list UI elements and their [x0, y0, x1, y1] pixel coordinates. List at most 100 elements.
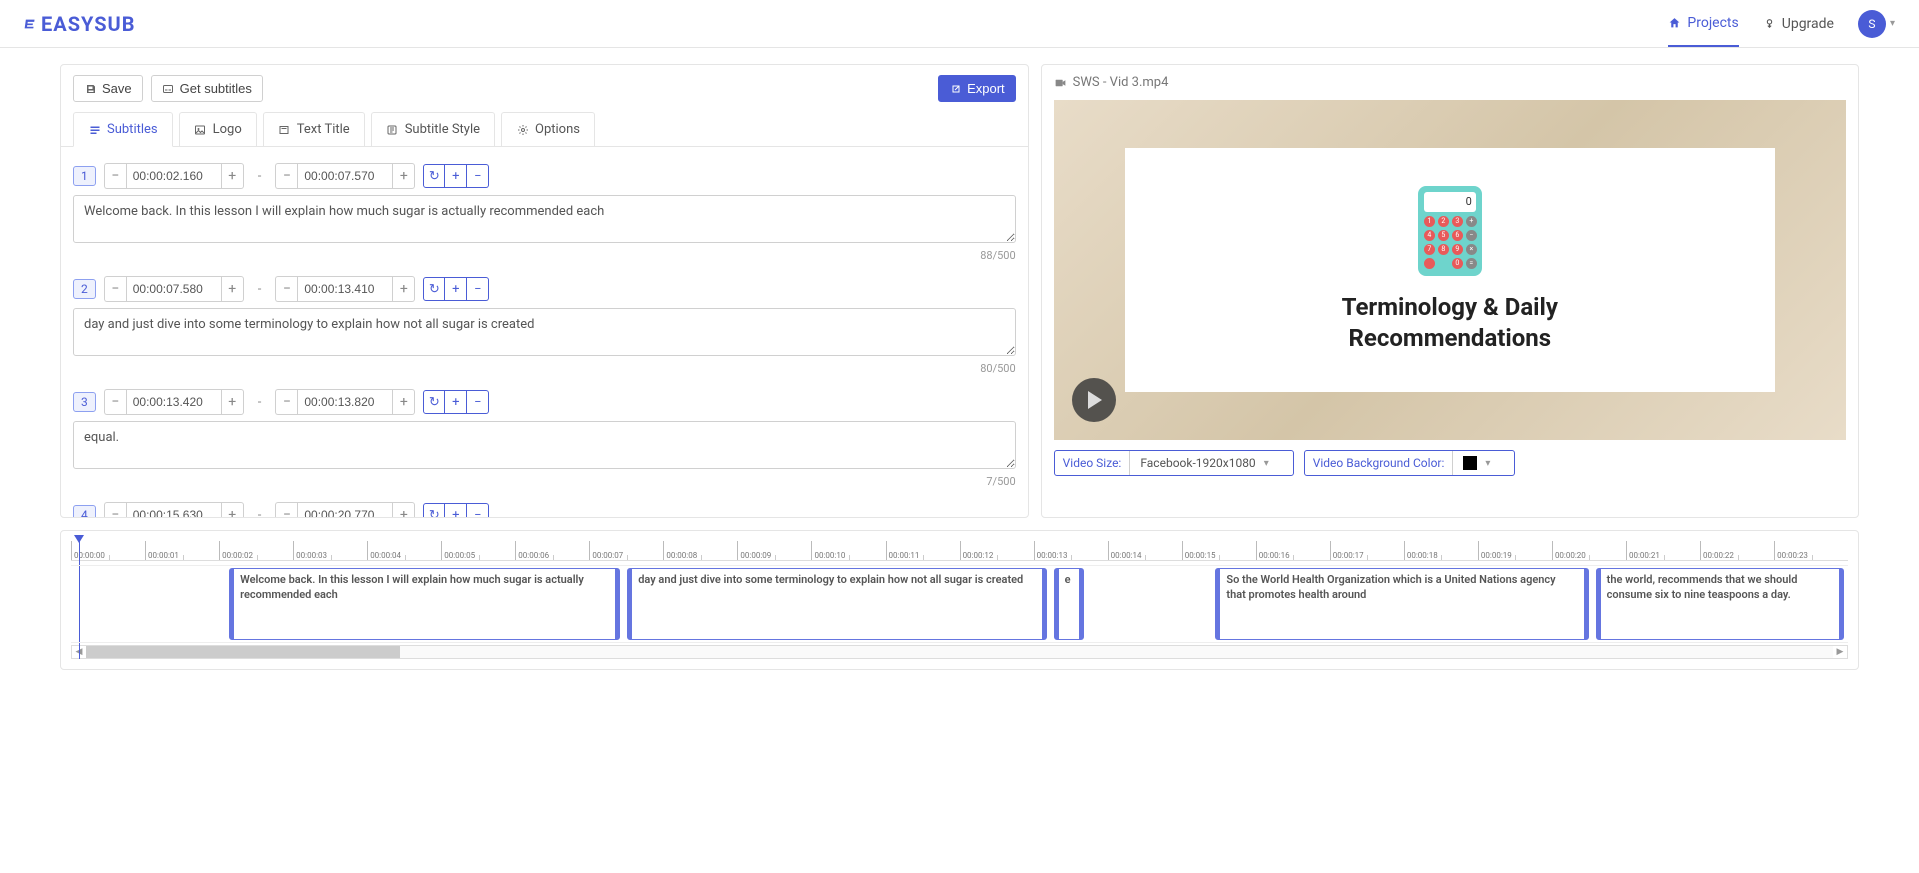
end-time-input[interactable]: [297, 502, 393, 517]
replay-button[interactable]: ↻: [423, 164, 445, 188]
decrement-end-button[interactable]: −: [275, 163, 297, 189]
ruler-tick: 00:00:01: [145, 541, 219, 560]
increment-start-button[interactable]: +: [222, 389, 244, 415]
ruler-tick: 00:00:18: [1404, 541, 1478, 560]
start-time-input[interactable]: [126, 276, 222, 302]
start-time-group: − +: [104, 276, 244, 302]
text-icon: [278, 123, 291, 136]
decrement-start-button[interactable]: −: [104, 389, 126, 415]
subtitle-actions: ↻ + −: [423, 390, 489, 414]
subtitle-actions: ↻ + −: [423, 164, 489, 188]
home-icon: [1668, 16, 1681, 29]
ruler-tick: 00:00:03: [293, 541, 367, 560]
timeline-clip[interactable]: e: [1054, 568, 1084, 640]
increment-end-button[interactable]: +: [393, 502, 415, 517]
remove-subtitle-button[interactable]: −: [467, 164, 489, 188]
increment-end-button[interactable]: +: [393, 389, 415, 415]
increment-end-button[interactable]: +: [393, 276, 415, 302]
nav-projects-label: Projects: [1687, 15, 1738, 31]
char-count: 88/500: [73, 249, 1016, 262]
play-button[interactable]: [1072, 378, 1116, 422]
ruler-tick: 00:00:08: [663, 541, 737, 560]
user-menu[interactable]: S ▾: [1858, 10, 1895, 38]
main-content: Save Get subtitles Export: [0, 48, 1919, 686]
end-time-group: − +: [275, 276, 415, 302]
video-size-label: Video Size:: [1055, 451, 1131, 475]
remove-subtitle-button[interactable]: −: [467, 390, 489, 414]
time-separator: -: [252, 508, 268, 518]
end-time-input[interactable]: [297, 276, 393, 302]
ruler-tick: 00:00:00: [71, 541, 145, 560]
upgrade-icon: [1763, 17, 1776, 30]
ruler-tick: 00:00:04: [367, 541, 441, 560]
add-subtitle-button[interactable]: +: [445, 277, 467, 301]
ruler-tick: 00:00:09: [737, 541, 811, 560]
replay-button[interactable]: ↻: [423, 277, 445, 301]
timeline-panel: 00:00:0000:00:0100:00:0200:00:0300:00:04…: [60, 530, 1859, 670]
subtitle-textarea[interactable]: Welcome back. In this lesson I will expl…: [73, 195, 1016, 243]
list-icon: [88, 123, 101, 136]
subtitle-actions: ↻ + −: [423, 277, 489, 301]
decrement-start-button[interactable]: −: [104, 163, 126, 189]
tab-logo[interactable]: Logo: [179, 112, 257, 146]
decrement-end-button[interactable]: −: [275, 502, 297, 517]
replay-button[interactable]: ↻: [423, 503, 445, 517]
remove-subtitle-button[interactable]: −: [467, 277, 489, 301]
subtitle-actions: ↻ + −: [423, 503, 489, 517]
video-bg-control: Video Background Color: ▾: [1304, 450, 1516, 476]
nav-upgrade[interactable]: Upgrade: [1763, 16, 1834, 46]
end-time-input[interactable]: [297, 389, 393, 415]
save-button[interactable]: Save: [73, 75, 143, 102]
ruler-tick: 00:00:19: [1478, 541, 1552, 560]
video-size-select[interactable]: Facebook-1920x1080 ▾: [1130, 451, 1292, 475]
end-time-group: − +: [275, 389, 415, 415]
scroll-track[interactable]: [86, 646, 1833, 658]
decrement-end-button[interactable]: −: [275, 276, 297, 302]
ruler-tick: 00:00:20: [1552, 541, 1626, 560]
increment-end-button[interactable]: +: [393, 163, 415, 189]
char-count: 80/500: [73, 362, 1016, 375]
increment-start-button[interactable]: +: [222, 502, 244, 517]
start-time-input[interactable]: [126, 389, 222, 415]
video-preview[interactable]: 0 123+ 456− 789× 0= Terminology & Daily …: [1054, 100, 1846, 440]
subtitle-textarea[interactable]: equal.: [73, 421, 1016, 469]
scroll-thumb[interactable]: [86, 646, 400, 658]
end-time-input[interactable]: [297, 163, 393, 189]
tab-text-title[interactable]: Text Title: [263, 112, 365, 146]
color-swatch: [1463, 456, 1477, 470]
remove-subtitle-button[interactable]: −: [467, 503, 489, 517]
scroll-right-button[interactable]: ▶: [1833, 646, 1847, 658]
tab-subtitle-style[interactable]: Subtitle Style: [371, 112, 495, 146]
decrement-start-button[interactable]: −: [104, 502, 126, 517]
tab-options[interactable]: Options: [501, 112, 595, 146]
nav-projects[interactable]: Projects: [1668, 15, 1738, 47]
timeline-clip[interactable]: Welcome back. In this lesson I will expl…: [229, 568, 620, 640]
subtitle-textarea[interactable]: day and just dive into some terminology …: [73, 308, 1016, 356]
get-subtitles-button[interactable]: Get subtitles: [151, 75, 263, 102]
logo[interactable]: EASYSUB: [24, 12, 136, 36]
timeline-clip[interactable]: So the World Health Organization which i…: [1215, 568, 1588, 640]
decrement-start-button[interactable]: −: [104, 276, 126, 302]
decrement-end-button[interactable]: −: [275, 389, 297, 415]
subtitle-list[interactable]: 1 − + - − + ↻ + − Welcome back. In this …: [61, 147, 1028, 517]
start-time-input[interactable]: [126, 163, 222, 189]
add-subtitle-button[interactable]: +: [445, 164, 467, 188]
video-bg-select[interactable]: ▾: [1453, 451, 1514, 475]
timeline-scrollbar[interactable]: ◀ ▶: [71, 645, 1848, 659]
tab-subtitles[interactable]: Subtitles: [73, 112, 173, 147]
video-size-control: Video Size: Facebook-1920x1080 ▾: [1054, 450, 1294, 476]
time-separator: -: [252, 282, 268, 297]
timeline-ruler[interactable]: 00:00:0000:00:0100:00:0200:00:0300:00:04…: [71, 541, 1848, 561]
increment-start-button[interactable]: +: [222, 163, 244, 189]
add-subtitle-button[interactable]: +: [445, 503, 467, 517]
increment-start-button[interactable]: +: [222, 276, 244, 302]
add-subtitle-button[interactable]: +: [445, 390, 467, 414]
timeline-clip[interactable]: day and just dive into some terminology …: [627, 568, 1046, 640]
ruler-tick: 00:00:13: [1034, 541, 1108, 560]
start-time-input[interactable]: [126, 502, 222, 517]
timeline-track[interactable]: Welcome back. In this lesson I will expl…: [71, 565, 1848, 643]
timeline-clip[interactable]: the world, recommends that we should con…: [1596, 568, 1845, 640]
replay-button[interactable]: ↻: [423, 390, 445, 414]
ruler-tick: 00:00:12: [960, 541, 1034, 560]
export-button[interactable]: Export: [938, 75, 1016, 102]
